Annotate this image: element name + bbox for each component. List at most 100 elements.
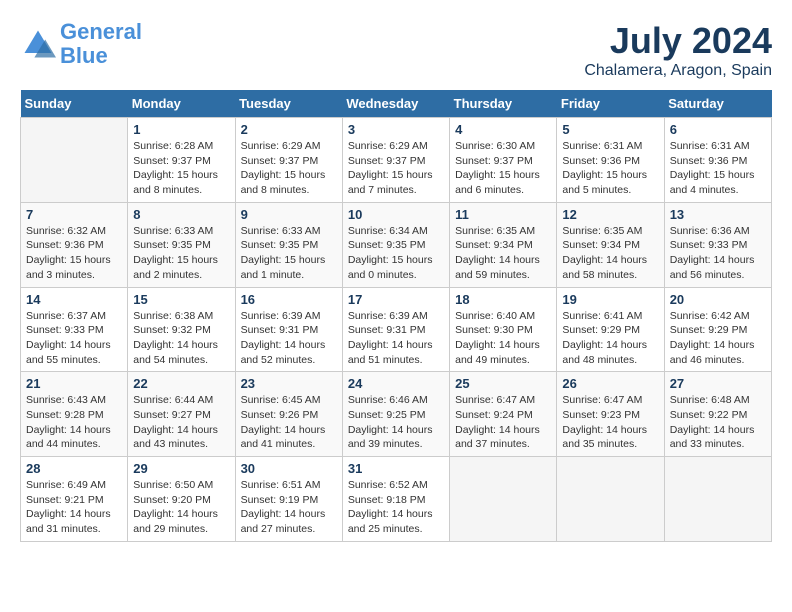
calendar-cell: 7 Sunrise: 6:32 AMSunset: 9:36 PMDaylight… [21,202,128,287]
calendar-cell [21,118,128,203]
day-number: 21 [26,376,122,391]
column-headers: SundayMondayTuesdayWednesdayThursdayFrid… [21,90,772,118]
day-info: Sunrise: 6:35 AMSunset: 9:34 PMDaylight:… [455,224,551,283]
calendar-cell: 19Sunrise: 6:41 AMSunset: 9:29 PMDayligh… [557,287,664,372]
calendar-cell: 15 Sunrise: 6:38 AMSunset: 9:32 PMDayligh… [128,287,235,372]
col-header-thursday: Thursday [450,90,557,118]
week-row-1: 1Sunrise: 6:28 AMSunset: 9:37 PMDaylight… [21,118,772,203]
calendar-cell: 5 Sunrise: 6:31 AMSunset: 9:36 PMDaylight… [557,118,664,203]
calendar-cell: 12 Sunrise: 6:35 AMSunset: 9:34 PMDayligh… [557,202,664,287]
title-section: July 2024 Chalamera, Aragon, Spain [584,20,772,80]
day-info: Sunrise: 6:33 AMSunset: 9:35 PMDaylight:… [241,224,337,283]
day-number: 16 [241,292,337,307]
calendar-cell: 14 Sunrise: 6:37 AMSunset: 9:33 PMDayligh… [21,287,128,372]
day-number: 5 [562,122,658,137]
week-row-2: 7 Sunrise: 6:32 AMSunset: 9:36 PMDaylight… [21,202,772,287]
day-info: Sunrise: 6:32 AMSunset: 9:36 PMDaylight:… [26,224,122,283]
day-info: Sunrise: 6:35 AMSunset: 9:34 PMDaylight:… [562,224,658,283]
calendar-cell: 23 Sunrise: 6:45 AMSunset: 9:26 PMDayligh… [235,372,342,457]
day-number: 8 [133,207,229,222]
calendar-cell: 24 Sunrise: 6:46 AMSunset: 9:25 PMDayligh… [342,372,449,457]
day-info: Sunrise: 6:47 AMSunset: 9:24 PMDaylight:… [455,393,551,452]
day-number: 9 [241,207,337,222]
col-header-friday: Friday [557,90,664,118]
calendar-cell: 17 Sunrise: 6:39 AMSunset: 9:31 PMDayligh… [342,287,449,372]
calendar-cell: 28Sunrise: 6:49 AMSunset: 9:21 PMDayligh… [21,457,128,542]
day-info: Sunrise: 6:46 AMSunset: 9:25 PMDaylight:… [348,393,444,452]
day-number: 30 [241,461,337,476]
calendar-cell: 31 Sunrise: 6:52 AMSunset: 9:18 PMDayligh… [342,457,449,542]
day-info: Sunrise: 6:47 AMSunset: 9:23 PMDaylight:… [562,393,658,452]
day-number: 19 [562,292,658,307]
day-number: 28 [26,461,122,476]
calendar-cell: 18Sunrise: 6:40 AMSunset: 9:30 PMDayligh… [450,287,557,372]
day-number: 25 [455,376,551,391]
month-title: July 2024 [584,20,772,62]
day-info: Sunrise: 6:28 AMSunset: 9:37 PMDaylight:… [133,139,229,198]
day-info: Sunrise: 6:36 AMSunset: 9:33 PMDaylight:… [670,224,766,283]
week-row-5: 28Sunrise: 6:49 AMSunset: 9:21 PMDayligh… [21,457,772,542]
location-title: Chalamera, Aragon, Spain [584,62,772,80]
day-info: Sunrise: 6:43 AMSunset: 9:28 PMDaylight:… [26,393,122,452]
day-number: 3 [348,122,444,137]
day-info: Sunrise: 6:42 AMSunset: 9:29 PMDaylight:… [670,309,766,368]
calendar-cell: 9 Sunrise: 6:33 AMSunset: 9:35 PMDaylight… [235,202,342,287]
day-number: 18 [455,292,551,307]
day-number: 6 [670,122,766,137]
calendar-cell: 26 Sunrise: 6:47 AMSunset: 9:23 PMDayligh… [557,372,664,457]
day-info: Sunrise: 6:39 AMSunset: 9:31 PMDaylight:… [348,309,444,368]
day-number: 12 [562,207,658,222]
day-info: Sunrise: 6:31 AMSunset: 9:36 PMDaylight:… [562,139,658,198]
day-number: 4 [455,122,551,137]
calendar-cell [664,457,771,542]
calendar-cell: 30 Sunrise: 6:51 AMSunset: 9:19 PMDayligh… [235,457,342,542]
day-info: Sunrise: 6:50 AMSunset: 9:20 PMDaylight:… [133,478,229,537]
col-header-tuesday: Tuesday [235,90,342,118]
calendar-cell: 16Sunrise: 6:39 AMSunset: 9:31 PMDayligh… [235,287,342,372]
calendar-cell [557,457,664,542]
day-info: Sunrise: 6:29 AMSunset: 9:37 PMDaylight:… [241,139,337,198]
day-number: 17 [348,292,444,307]
col-header-sunday: Sunday [21,90,128,118]
calendar-cell: 22 Sunrise: 6:44 AMSunset: 9:27 PMDayligh… [128,372,235,457]
day-number: 27 [670,376,766,391]
logo-icon [20,26,56,62]
calendar-cell [450,457,557,542]
day-number: 11 [455,207,551,222]
day-number: 2 [241,122,337,137]
logo-text: General Blue [60,20,142,68]
day-number: 7 [26,207,122,222]
day-number: 24 [348,376,444,391]
day-info: Sunrise: 6:30 AMSunset: 9:37 PMDaylight:… [455,139,551,198]
day-info: Sunrise: 6:34 AMSunset: 9:35 PMDaylight:… [348,224,444,283]
day-info: Sunrise: 6:29 AMSunset: 9:37 PMDaylight:… [348,139,444,198]
day-number: 22 [133,376,229,391]
day-info: Sunrise: 6:38 AMSunset: 9:32 PMDaylight:… [133,309,229,368]
calendar-cell: 27Sunrise: 6:48 AMSunset: 9:22 PMDayligh… [664,372,771,457]
page-header: General Blue July 2024 Chalamera, Aragon… [20,20,772,80]
day-number: 10 [348,207,444,222]
day-info: Sunrise: 6:52 AMSunset: 9:18 PMDaylight:… [348,478,444,537]
col-header-monday: Monday [128,90,235,118]
day-info: Sunrise: 6:44 AMSunset: 9:27 PMDaylight:… [133,393,229,452]
day-number: 15 [133,292,229,307]
calendar-cell: 29 Sunrise: 6:50 AMSunset: 9:20 PMDayligh… [128,457,235,542]
day-number: 29 [133,461,229,476]
day-info: Sunrise: 6:45 AMSunset: 9:26 PMDaylight:… [241,393,337,452]
calendar-cell: 21 Sunrise: 6:43 AMSunset: 9:28 PMDayligh… [21,372,128,457]
logo: General Blue [20,20,142,68]
calendar-cell: 1Sunrise: 6:28 AMSunset: 9:37 PMDaylight… [128,118,235,203]
day-info: Sunrise: 6:51 AMSunset: 9:19 PMDaylight:… [241,478,337,537]
day-number: 31 [348,461,444,476]
calendar-table: SundayMondayTuesdayWednesdayThursdayFrid… [20,90,772,542]
week-row-4: 21 Sunrise: 6:43 AMSunset: 9:28 PMDayligh… [21,372,772,457]
calendar-cell: 4 Sunrise: 6:30 AMSunset: 9:37 PMDaylight… [450,118,557,203]
day-number: 14 [26,292,122,307]
calendar-cell: 8Sunrise: 6:33 AMSunset: 9:35 PMDaylight… [128,202,235,287]
day-number: 23 [241,376,337,391]
day-number: 13 [670,207,766,222]
day-info: Sunrise: 6:37 AMSunset: 9:33 PMDaylight:… [26,309,122,368]
day-number: 26 [562,376,658,391]
calendar-cell: 13 Sunrise: 6:36 AMSunset: 9:33 PMDayligh… [664,202,771,287]
calendar-cell: 6Sunrise: 6:31 AMSunset: 9:36 PMDaylight… [664,118,771,203]
